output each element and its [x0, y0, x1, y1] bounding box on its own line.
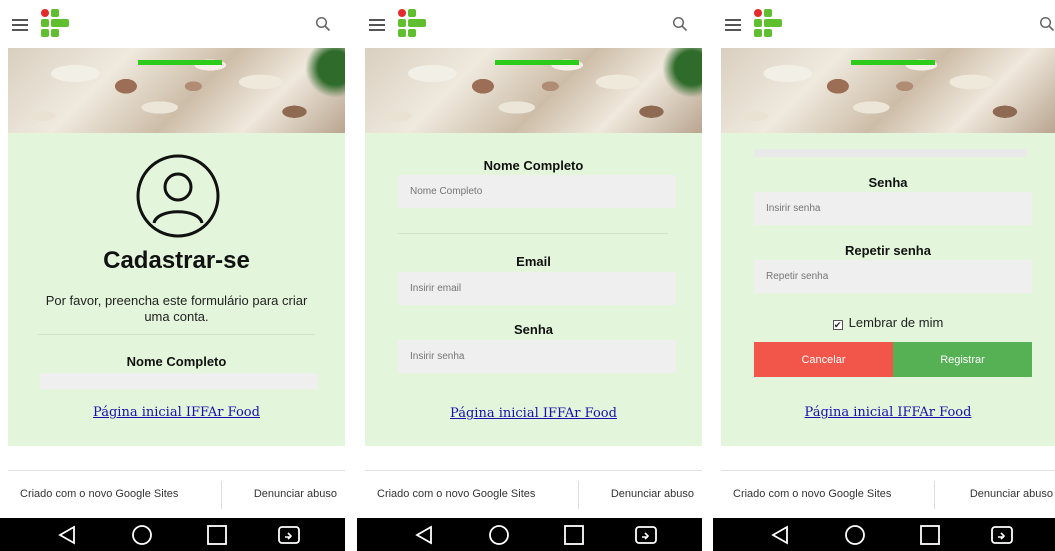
search-icon[interactable]: [1039, 16, 1055, 32]
hamburger-icon[interactable]: [369, 19, 385, 31]
remember-me-checkbox[interactable]: ✔: [832, 320, 843, 330]
footer-separator: [578, 481, 579, 509]
android-nav-bar: [357, 518, 702, 551]
page-title: Cadastrar-se: [103, 247, 250, 274]
home-page-link[interactable]: Página inicial IFFAr Food: [8, 405, 345, 420]
recents-square-icon[interactable]: [205, 524, 229, 546]
email-label: Email: [516, 254, 551, 269]
screen-mirror-icon[interactable]: [634, 524, 658, 546]
iffar-logo[interactable]: [753, 8, 783, 42]
site-header: [0, 0, 345, 48]
divider: [398, 233, 668, 234]
recents-square-icon[interactable]: [562, 524, 586, 546]
report-abuse-link[interactable]: Denunciar abuso: [970, 488, 1053, 500]
repeat-password-label: Repetir senha: [845, 243, 931, 258]
rice-banner-image: [365, 48, 702, 133]
password-input[interactable]: [398, 340, 676, 373]
signup-form-area: Cadastrar-se Por favor, preencha este fo…: [8, 133, 345, 446]
site-header: [713, 0, 1055, 48]
accent-bar: [138, 60, 222, 65]
phone-screen-3: Senha Repetir senha ✔ Lembrar de mim Canc…: [713, 0, 1055, 551]
rice-banner-image: [8, 48, 345, 133]
password-label: Senha: [513, 322, 553, 337]
phone-screen-1: Cadastrar-se Por favor, preencha este fo…: [0, 0, 345, 551]
remember-me-label: Lembrar de mim: [848, 315, 944, 330]
user-circle-icon: [136, 154, 220, 238]
full-name-input[interactable]: [398, 175, 676, 208]
footer-separator: [221, 481, 222, 509]
site-footer: Criado com o novo Google Sites Denunciar…: [713, 478, 1055, 516]
hamburger-icon[interactable]: [725, 19, 741, 31]
google-sites-credit[interactable]: Criado com o novo Google Sites: [377, 488, 535, 500]
password-input[interactable]: [754, 192, 1032, 225]
site-footer: Criado com o novo Google Sites Denunciar…: [0, 478, 345, 516]
google-sites-credit[interactable]: Criado com o novo Google Sites: [20, 488, 178, 500]
home-page-link[interactable]: Página inicial IFFAr Food: [365, 406, 702, 421]
google-sites-credit[interactable]: Criado com o novo Google Sites: [733, 488, 891, 500]
recents-square-icon[interactable]: [918, 524, 942, 546]
scrolled-input-edge: [754, 149, 1027, 157]
accent-bar: [851, 60, 935, 65]
home-circle-icon[interactable]: [843, 524, 867, 546]
cancel-button[interactable]: Cancelar: [754, 342, 893, 377]
back-triangle-icon[interactable]: [55, 524, 79, 546]
full-name-label: Nome Completo: [126, 354, 227, 369]
register-button[interactable]: Registrar: [893, 342, 1032, 377]
footer-divider: [721, 470, 1055, 471]
footer-separator: [934, 481, 935, 509]
full-name-label: Nome Completo: [483, 158, 584, 173]
android-nav-bar: [713, 518, 1055, 551]
form-instructions: Por favor, preencha este formulário para…: [45, 293, 308, 324]
rice-banner-image: [721, 48, 1055, 133]
android-nav-bar: [0, 518, 345, 551]
remember-me-row[interactable]: ✔ Lembrar de mim: [721, 315, 1055, 330]
footer-divider: [365, 470, 702, 471]
iffar-logo[interactable]: [40, 8, 70, 42]
back-triangle-icon[interactable]: [412, 524, 436, 546]
password-label: Senha: [868, 175, 908, 190]
divider: [38, 334, 315, 335]
hamburger-icon[interactable]: [12, 19, 28, 31]
search-icon[interactable]: [672, 16, 688, 32]
home-circle-icon[interactable]: [130, 524, 154, 546]
accent-bar: [495, 60, 579, 65]
email-input[interactable]: [398, 272, 676, 305]
report-abuse-link[interactable]: Denunciar abuso: [254, 488, 337, 500]
report-abuse-link[interactable]: Denunciar abuso: [611, 488, 694, 500]
phone-screen-2: Nome Completo Email Senha Página inicial…: [357, 0, 702, 551]
signup-form-area: Nome Completo Email Senha Página inicial…: [365, 133, 702, 446]
signup-form-area: Senha Repetir senha ✔ Lembrar de mim Canc…: [721, 133, 1055, 446]
site-footer: Criado com o novo Google Sites Denunciar…: [357, 478, 702, 516]
repeat-password-input[interactable]: [754, 260, 1032, 293]
iffar-logo[interactable]: [397, 8, 427, 42]
screen-mirror-icon[interactable]: [990, 524, 1014, 546]
screen-mirror-icon[interactable]: [277, 524, 301, 546]
home-page-link[interactable]: Página inicial IFFAr Food: [721, 405, 1055, 420]
search-icon[interactable]: [315, 16, 331, 32]
back-triangle-icon[interactable]: [768, 524, 792, 546]
site-header: [357, 0, 702, 48]
home-circle-icon[interactable]: [487, 524, 511, 546]
footer-divider: [8, 470, 345, 471]
